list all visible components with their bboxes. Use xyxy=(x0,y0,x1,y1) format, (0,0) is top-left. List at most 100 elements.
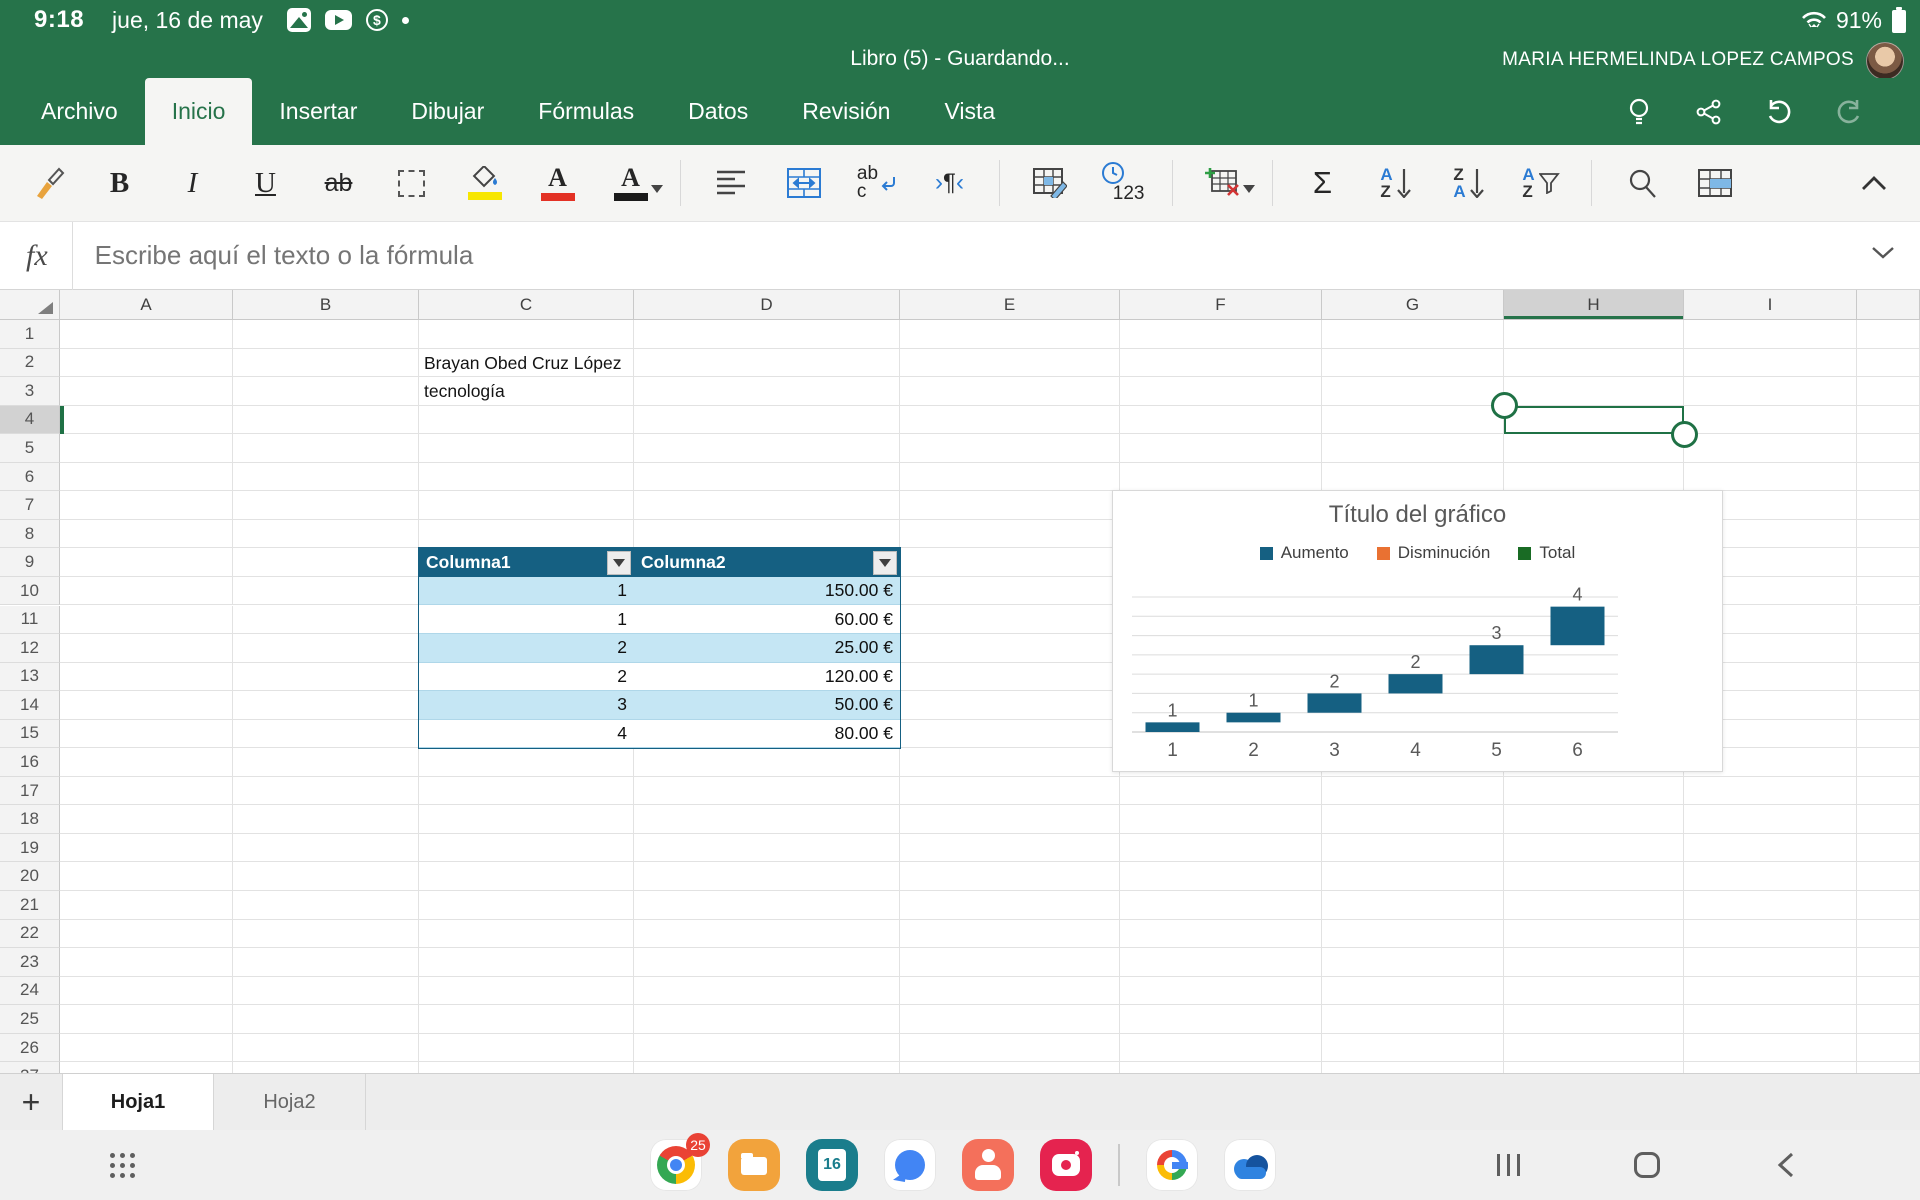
cell-E2[interactable] xyxy=(900,349,1120,378)
cell-B21[interactable] xyxy=(233,891,419,920)
table-cell-3-2[interactable]: 25.00 € xyxy=(634,634,900,663)
autosum-button[interactable]: Σ xyxy=(1286,153,1359,213)
cell-A8[interactable] xyxy=(60,520,233,549)
row-header-15[interactable]: 15 xyxy=(0,720,60,749)
cell-F22[interactable] xyxy=(1120,920,1322,949)
cell-H27[interactable] xyxy=(1504,1062,1684,1073)
cell-I26[interactable] xyxy=(1684,1034,1857,1063)
cell-E21[interactable] xyxy=(900,891,1120,920)
app-drawer-icon[interactable] xyxy=(110,1153,135,1178)
data-table[interactable]: Columna1Columna21150.00 €160.00 €225.00 … xyxy=(419,548,900,748)
row-header-7[interactable]: 7 xyxy=(0,491,60,520)
cell-I3[interactable] xyxy=(1684,377,1857,406)
table-cell-1-2[interactable]: 150.00 € xyxy=(634,577,900,606)
cell-D3[interactable] xyxy=(634,377,900,406)
cell-G22[interactable] xyxy=(1322,920,1504,949)
cell-H22[interactable] xyxy=(1504,920,1684,949)
cell-A4[interactable] xyxy=(60,406,233,435)
cell-F4[interactable] xyxy=(1120,406,1322,435)
nav-back-button[interactable] xyxy=(1762,1130,1810,1200)
row-header-9[interactable]: 9 xyxy=(0,548,60,577)
strikethrough-button[interactable]: ab xyxy=(302,153,375,213)
sheet-tab-hoja2[interactable]: Hoja2 xyxy=(214,1074,366,1130)
cell-E13[interactable] xyxy=(900,663,1120,692)
cell-F25[interactable] xyxy=(1120,1005,1322,1034)
cell-H5[interactable] xyxy=(1504,434,1684,463)
row-header-11[interactable]: 11 xyxy=(0,606,60,635)
row-header-5[interactable]: 5 xyxy=(0,434,60,463)
cell-B15[interactable] xyxy=(233,720,419,749)
cell-A17[interactable] xyxy=(60,777,233,806)
cell-E18[interactable] xyxy=(900,805,1120,834)
cell-A21[interactable] xyxy=(60,891,233,920)
cell-I19[interactable] xyxy=(1684,834,1857,863)
cell-E1[interactable] xyxy=(900,320,1120,349)
cell-D27[interactable] xyxy=(634,1062,900,1073)
cell-E14[interactable] xyxy=(900,691,1120,720)
cell-G23[interactable] xyxy=(1322,948,1504,977)
cell-F27[interactable] xyxy=(1120,1062,1322,1073)
cell-A3[interactable] xyxy=(60,377,233,406)
cell-B4[interactable] xyxy=(233,406,419,435)
cell-G20[interactable] xyxy=(1322,862,1504,891)
cell-D7[interactable] xyxy=(634,491,900,520)
cell-E4[interactable] xyxy=(900,406,1120,435)
cell-C26[interactable] xyxy=(419,1034,634,1063)
cell-B5[interactable] xyxy=(233,434,419,463)
cell-A18[interactable] xyxy=(60,805,233,834)
cell-A27[interactable] xyxy=(60,1062,233,1073)
cell-F19[interactable] xyxy=(1120,834,1322,863)
cell-G17[interactable] xyxy=(1322,777,1504,806)
cell-F2[interactable] xyxy=(1120,349,1322,378)
fill-color-button[interactable] xyxy=(448,153,521,213)
share-icon[interactable] xyxy=(1692,95,1726,129)
cell-E5[interactable] xyxy=(900,434,1120,463)
cell-C6[interactable] xyxy=(419,463,634,492)
cell-B3[interactable] xyxy=(233,377,419,406)
cell-E20[interactable] xyxy=(900,862,1120,891)
cell-C1[interactable] xyxy=(419,320,634,349)
cell-A20[interactable] xyxy=(60,862,233,891)
cell-E22[interactable] xyxy=(900,920,1120,949)
cell-E15[interactable] xyxy=(900,720,1120,749)
cell-H1[interactable] xyxy=(1504,320,1684,349)
cell-A11[interactable] xyxy=(60,606,233,635)
cell-D2[interactable] xyxy=(634,349,900,378)
row-header-19[interactable]: 19 xyxy=(0,834,60,863)
ribbon-tab-datos[interactable]: Datos xyxy=(661,78,775,145)
cell-B19[interactable] xyxy=(233,834,419,863)
cell-E17[interactable] xyxy=(900,777,1120,806)
cell-A12[interactable] xyxy=(60,634,233,663)
cell-F3[interactable] xyxy=(1120,377,1322,406)
formula-bar[interactable]: fx Escribe aquí el texto o la fórmula xyxy=(0,222,1920,290)
cell-I27[interactable] xyxy=(1684,1062,1857,1073)
select-all-button[interactable] xyxy=(0,290,60,320)
cell-D8[interactable] xyxy=(634,520,900,549)
cell-E12[interactable] xyxy=(900,634,1120,663)
italic-button[interactable]: I xyxy=(156,153,229,213)
cell-D4[interactable] xyxy=(634,406,900,435)
cell-D19[interactable] xyxy=(634,834,900,863)
font-color-black-button[interactable]: A xyxy=(594,153,667,213)
cell-A13[interactable] xyxy=(60,663,233,692)
selection-handle-top-left[interactable] xyxy=(1491,392,1518,419)
app-icon-google[interactable] xyxy=(1146,1139,1198,1191)
wrap-text-button[interactable]: abc xyxy=(840,153,913,213)
cell-G2[interactable] xyxy=(1322,349,1504,378)
cell-D18[interactable] xyxy=(634,805,900,834)
cell-C5[interactable] xyxy=(419,434,634,463)
app-icon-contacts[interactable] xyxy=(962,1139,1014,1191)
table-cell-5-1[interactable]: 3 xyxy=(419,691,634,720)
cell-F6[interactable] xyxy=(1120,463,1322,492)
cell-E3[interactable] xyxy=(900,377,1120,406)
cell-E16[interactable] xyxy=(900,748,1120,777)
row-header-2[interactable]: 2 xyxy=(0,349,60,378)
cell-B11[interactable] xyxy=(233,606,419,635)
filter-dropdown-button-1[interactable] xyxy=(607,551,631,575)
cell-A1[interactable] xyxy=(60,320,233,349)
nav-recents-button[interactable] xyxy=(1484,1130,1532,1200)
cell-I4[interactable] xyxy=(1684,406,1857,435)
cell-F24[interactable] xyxy=(1120,977,1322,1006)
cell-I1[interactable] xyxy=(1684,320,1857,349)
add-sheet-button[interactable]: + xyxy=(0,1074,62,1130)
